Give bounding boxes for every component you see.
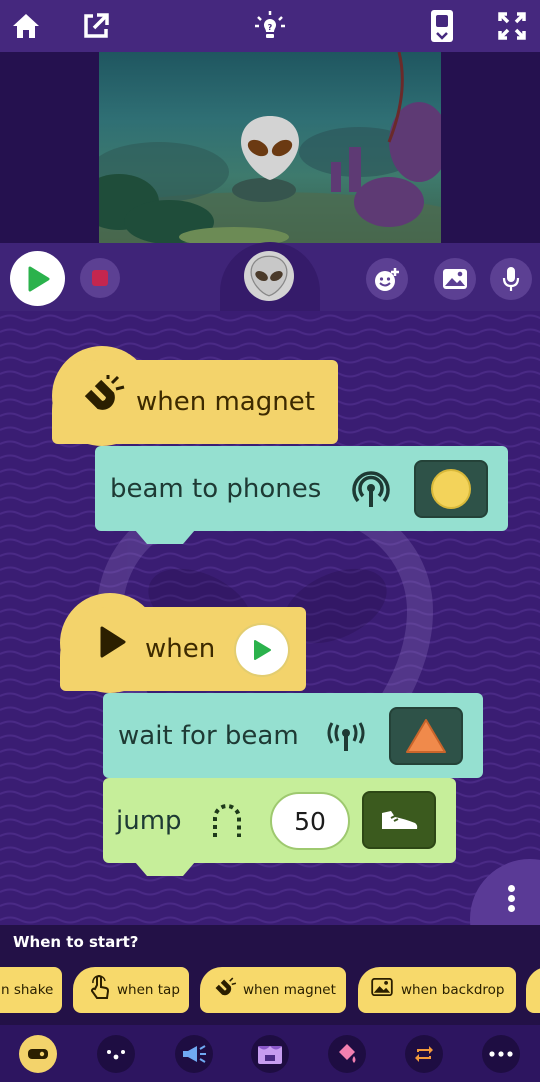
backdrop-icon	[371, 977, 393, 1000]
block-label: wait for beam	[118, 720, 299, 751]
home-icon[interactable]	[8, 8, 44, 44]
yellow-circle-icon	[431, 469, 471, 509]
start-key-icon	[28, 1049, 48, 1059]
stage-area	[0, 52, 540, 243]
paint-bucket-icon	[339, 1044, 356, 1063]
category-sound[interactable]	[175, 1035, 213, 1073]
jump-action-selector[interactable]	[362, 791, 436, 849]
palette-block-partial[interactable]	[526, 967, 540, 1013]
repeat-icon	[415, 1046, 433, 1062]
vertical-dots-icon	[508, 885, 516, 912]
svg-text:?: ?	[268, 23, 273, 32]
tap-icon	[88, 975, 112, 1005]
play-icon	[254, 640, 271, 660]
stop-icon	[92, 270, 108, 286]
hint-lightbulb-icon[interactable]: ?	[252, 8, 288, 44]
palette-block-label: when tap	[117, 982, 180, 998]
palette-block-label: when backdrop	[401, 982, 505, 998]
play-triangle-icon	[98, 625, 128, 663]
category-looks[interactable]	[251, 1035, 289, 1073]
beam-color-selector[interactable]	[414, 460, 488, 518]
controls-bar	[0, 242, 540, 320]
green-flag-trigger[interactable]	[234, 623, 290, 677]
palette-block-shake[interactable]: n shake	[0, 967, 62, 1013]
magnet-icon	[78, 375, 128, 425]
more-dots-icon	[489, 1051, 513, 1057]
script-canvas[interactable]: when magnet beam to phones when wait for…	[0, 311, 540, 925]
microphone-button[interactable]	[490, 258, 532, 300]
beam-shape-selector[interactable]	[389, 707, 463, 765]
sneaker-icon	[382, 811, 418, 829]
backdrop-icon	[443, 269, 467, 289]
category-start[interactable]	[19, 1035, 57, 1073]
looks-stage-icon	[258, 1046, 282, 1064]
stop-button[interactable]	[80, 258, 120, 298]
megaphone-icon	[183, 1045, 206, 1063]
jump-height-input[interactable]: 50	[270, 792, 350, 850]
sensing-icon	[107, 1050, 125, 1060]
share-icon[interactable]	[78, 8, 114, 44]
palette-block-label: n shake	[1, 982, 54, 998]
fullscreen-icon[interactable]	[494, 8, 530, 44]
block-label: beam to phones	[110, 473, 322, 504]
category-sensing[interactable]	[97, 1035, 135, 1073]
device-preview-icon[interactable]	[424, 8, 460, 44]
add-character-icon	[375, 268, 399, 291]
category-control[interactable]	[405, 1035, 443, 1073]
play-button[interactable]	[10, 251, 65, 306]
category-nav	[0, 1025, 540, 1082]
category-paint[interactable]	[328, 1035, 366, 1073]
hat-block-label: when magnet	[136, 387, 315, 417]
add-character-button[interactable]	[366, 258, 408, 300]
orange-triangle-icon	[406, 719, 446, 753]
play-icon	[28, 266, 49, 291]
alien-character[interactable]	[239, 114, 301, 182]
character-avatar[interactable]	[244, 251, 294, 301]
stage[interactable]	[99, 52, 441, 243]
palette-title: When to start?	[13, 933, 139, 951]
jump-height-value: 50	[294, 806, 326, 836]
magnet-icon	[212, 977, 238, 1005]
palette-block-label: when magnet	[243, 982, 336, 998]
category-more[interactable]	[482, 1035, 520, 1073]
hat-block-label: when	[145, 634, 216, 664]
jump-arc-icon	[210, 801, 244, 847]
microphone-icon	[502, 267, 520, 291]
broadcast-antenna-icon	[352, 471, 390, 513]
block-label: jump	[116, 805, 182, 836]
backdrop-button[interactable]	[434, 258, 476, 300]
receive-signal-icon	[324, 721, 368, 757]
top-bar: ?	[0, 0, 540, 52]
block-palette: When to start? n shake when tap when mag…	[0, 925, 540, 1025]
